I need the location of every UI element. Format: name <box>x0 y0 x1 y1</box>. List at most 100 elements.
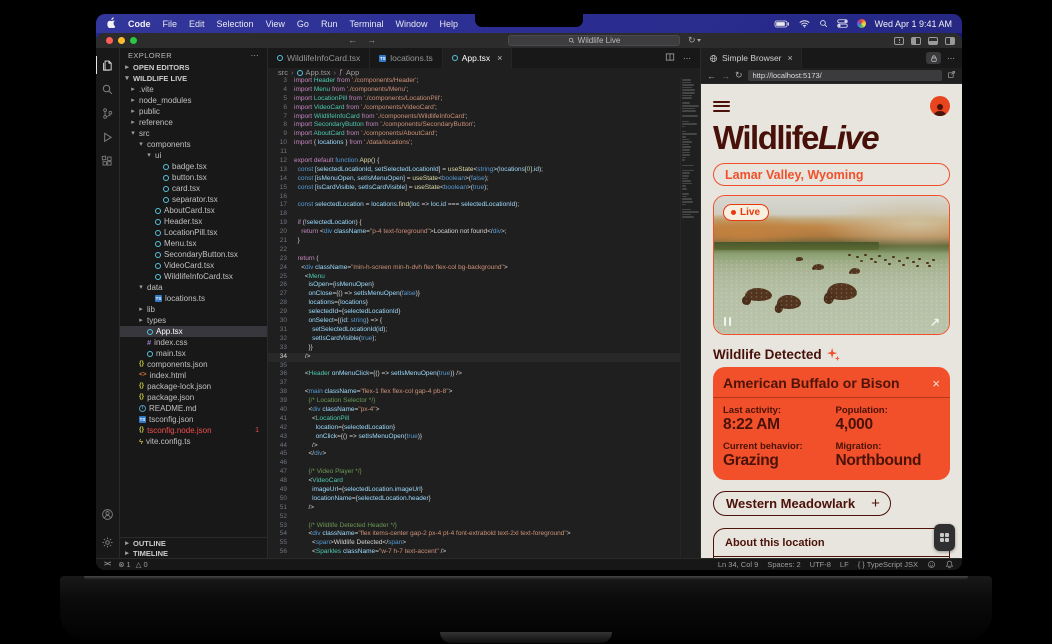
menubar-item[interactable]: File <box>163 19 178 29</box>
source-control-icon[interactable] <box>96 101 120 125</box>
browser-reload-icon[interactable]: ↻ <box>735 70 743 81</box>
split-editor-icon[interactable] <box>665 49 675 67</box>
tree-item-package.json[interactable]: {}package.json <box>120 392 267 403</box>
hamburger-menu-icon[interactable] <box>713 99 730 114</box>
code-line[interactable]: 21 } <box>268 237 680 246</box>
code-line[interactable]: 19 if (!selectedLocation) { <box>268 219 680 228</box>
tree-item-separator.tsx[interactable]: separator.tsx <box>120 194 267 205</box>
browser-more-icon[interactable]: ⋯ <box>947 54 955 63</box>
tree-item-secondarybutton.tsx[interactable]: SecondaryButton.tsx <box>120 249 267 260</box>
tree-item-app.tsx[interactable]: App.tsx <box>120 326 267 337</box>
code-line[interactable]: 41 <LocationPill <box>268 415 680 424</box>
code-line[interactable]: 47 {/* Video Player */} <box>268 468 680 477</box>
editor-tab-wildlifeinfocard.tsx[interactable]: WildlifeInfoCard.tsx <box>268 48 370 68</box>
code-line[interactable]: 13 const [selectedLocationId, setSelecte… <box>268 166 680 175</box>
code-line[interactable]: 46 <box>268 459 680 468</box>
tree-item-src[interactable]: ▾src <box>120 128 267 139</box>
menubar-item[interactable]: Edit <box>189 19 205 29</box>
code-line[interactable]: 10import { locations } from './data/loca… <box>268 139 680 148</box>
extensions-icon[interactable] <box>96 149 120 173</box>
code-line[interactable]: 30 onSelect={(id: string) => { <box>268 317 680 326</box>
toggle-secondary-sidebar-icon[interactable] <box>945 37 955 45</box>
breadcrumb-item[interactable]: App.tsx <box>306 68 331 77</box>
tree-item-components[interactable]: ▾components <box>120 139 267 150</box>
code-line[interactable]: 49 imageUrl={selectedLocation.imageUrl} <box>268 486 680 495</box>
code-line[interactable]: 27 onClose={() => setIsMenuOpen(false)} <box>268 290 680 299</box>
code-line[interactable]: 23 return ( <box>268 255 680 264</box>
menubar-item[interactable]: Terminal <box>349 19 383 29</box>
menubar-item[interactable]: Go <box>297 19 309 29</box>
menubar-clock[interactable]: Wed Apr 1 9:41 AM <box>875 19 952 29</box>
code-line[interactable]: 32 setIsCardVisible(true); <box>268 335 680 344</box>
tree-item-videocard.tsx[interactable]: VideoCard.tsx <box>120 260 267 271</box>
code-line[interactable]: 38 <main className="flex-1 flex flex-col… <box>268 388 680 397</box>
avatar[interactable] <box>930 96 950 116</box>
apple-menu-icon[interactable] <box>107 17 116 30</box>
pause-button[interactable] <box>724 317 731 326</box>
tree-item-index.css[interactable]: #index.css <box>120 337 267 348</box>
editor-more-icon[interactable]: ⋯ <box>683 54 691 63</box>
editor-tab-app.tsx[interactable]: App.tsx× <box>443 48 513 68</box>
code-line[interactable]: 7import WildlifeInfoCard from './compone… <box>268 113 680 122</box>
tree-item-card.tsx[interactable]: card.tsx <box>120 183 267 194</box>
browser-back-icon[interactable]: ← <box>707 71 716 81</box>
menubar-item[interactable]: View <box>266 19 285 29</box>
minimize-window-button[interactable] <box>118 37 125 44</box>
tree-item-menu.tsx[interactable]: Menu.tsx <box>120 238 267 249</box>
history-back-button[interactable]: ← <box>348 36 357 45</box>
code-line[interactable]: 24 <div className="min-h-screen min-h-dv… <box>268 264 680 273</box>
control-center-icon[interactable] <box>837 19 848 28</box>
status-item[interactable]: UTF-8 <box>810 560 831 569</box>
code-line[interactable]: 9import AboutCard from './components/Abo… <box>268 130 680 139</box>
breadcrumb-item[interactable]: src <box>278 68 288 77</box>
code-line[interactable]: 22 <box>268 246 680 255</box>
code-line[interactable]: 35 <box>268 362 680 371</box>
menubar-item[interactable]: Window <box>395 19 427 29</box>
problems-indicator[interactable]: ⊗1 △0 <box>118 560 147 569</box>
tree-item-public[interactable]: ▸public <box>120 106 267 117</box>
code-line[interactable]: 15 const [isCardVisible, setIsCardVisibl… <box>268 184 680 193</box>
tree-item-types[interactable]: ▸types <box>120 315 267 326</box>
tree-item-index.html[interactable]: <>index.html <box>120 370 267 381</box>
lock-icon[interactable] <box>926 52 941 64</box>
code-line[interactable]: 26 isOpen={isMenuOpen} <box>268 281 680 290</box>
code-line[interactable]: 44 /> <box>268 442 680 451</box>
tree-item-vite.config.ts[interactable]: ϟvite.config.ts <box>120 436 267 447</box>
battery-icon[interactable] <box>774 20 790 28</box>
code-line[interactable]: 28 locations={locations} <box>268 299 680 308</box>
tree-item-components.json[interactable]: {}components.json <box>120 359 267 370</box>
code-editor[interactable]: 3import Header from './components/Header… <box>268 77 700 558</box>
minimap[interactable] <box>680 77 700 558</box>
live-video-card[interactable]: Live ↗ <box>713 195 950 335</box>
toggle-primary-sidebar-icon[interactable] <box>911 37 921 45</box>
tree-item-badge.tsx[interactable]: badge.tsx <box>120 161 267 172</box>
url-input[interactable]: http://localhost:5173/ <box>748 70 942 81</box>
status-item[interactable]: { } TypeScript JSX <box>858 560 918 569</box>
tree-item-tsconfig.node.json[interactable]: {}tsconfig.node.json1 <box>120 425 267 436</box>
history-forward-button[interactable]: → <box>367 36 376 45</box>
code-line[interactable]: 12export default function App() { <box>268 157 680 166</box>
close-window-button[interactable] <box>106 37 113 44</box>
spotlight-icon[interactable] <box>819 19 828 28</box>
notifications-bell-icon[interactable] <box>945 560 954 569</box>
customize-layout-icon[interactable] <box>894 37 904 45</box>
tree-item-data[interactable]: ▾data <box>120 282 267 293</box>
code-line[interactable]: 39 {/* Location Selector */} <box>268 397 680 406</box>
code-line[interactable]: 17 const selectedLocation = locations.fi… <box>268 201 680 210</box>
search-icon[interactable] <box>96 77 120 101</box>
code-line[interactable]: 4import Menu from './components/Menu'; <box>268 86 680 95</box>
code-line[interactable]: 11 <box>268 148 680 157</box>
location-pill-button[interactable]: Lamar Valley, Wyoming <box>713 163 950 186</box>
code-line[interactable]: 29 selectedId={selectedLocationId} <box>268 308 680 317</box>
code-line[interactable]: 42 location={selectedLocation} <box>268 424 680 433</box>
code-line[interactable]: 25 <Menu <box>268 273 680 282</box>
status-item[interactable]: LF <box>840 560 849 569</box>
tree-item-readme.md[interactable]: iREADME.md <box>120 403 267 414</box>
close-tab-icon[interactable]: × <box>788 53 793 63</box>
tree-item-wildlifeinfocard.tsx[interactable]: WildlifeInfoCard.tsx <box>120 271 267 282</box>
tree-item-locations.ts[interactable]: TSlocations.ts <box>120 293 267 304</box>
code-line[interactable]: 3import Header from './components/Header… <box>268 77 680 86</box>
color-app-icon[interactable] <box>857 19 866 28</box>
browser-forward-icon[interactable]: → <box>721 71 730 81</box>
expand-icon[interactable]: ↗ <box>930 315 940 329</box>
